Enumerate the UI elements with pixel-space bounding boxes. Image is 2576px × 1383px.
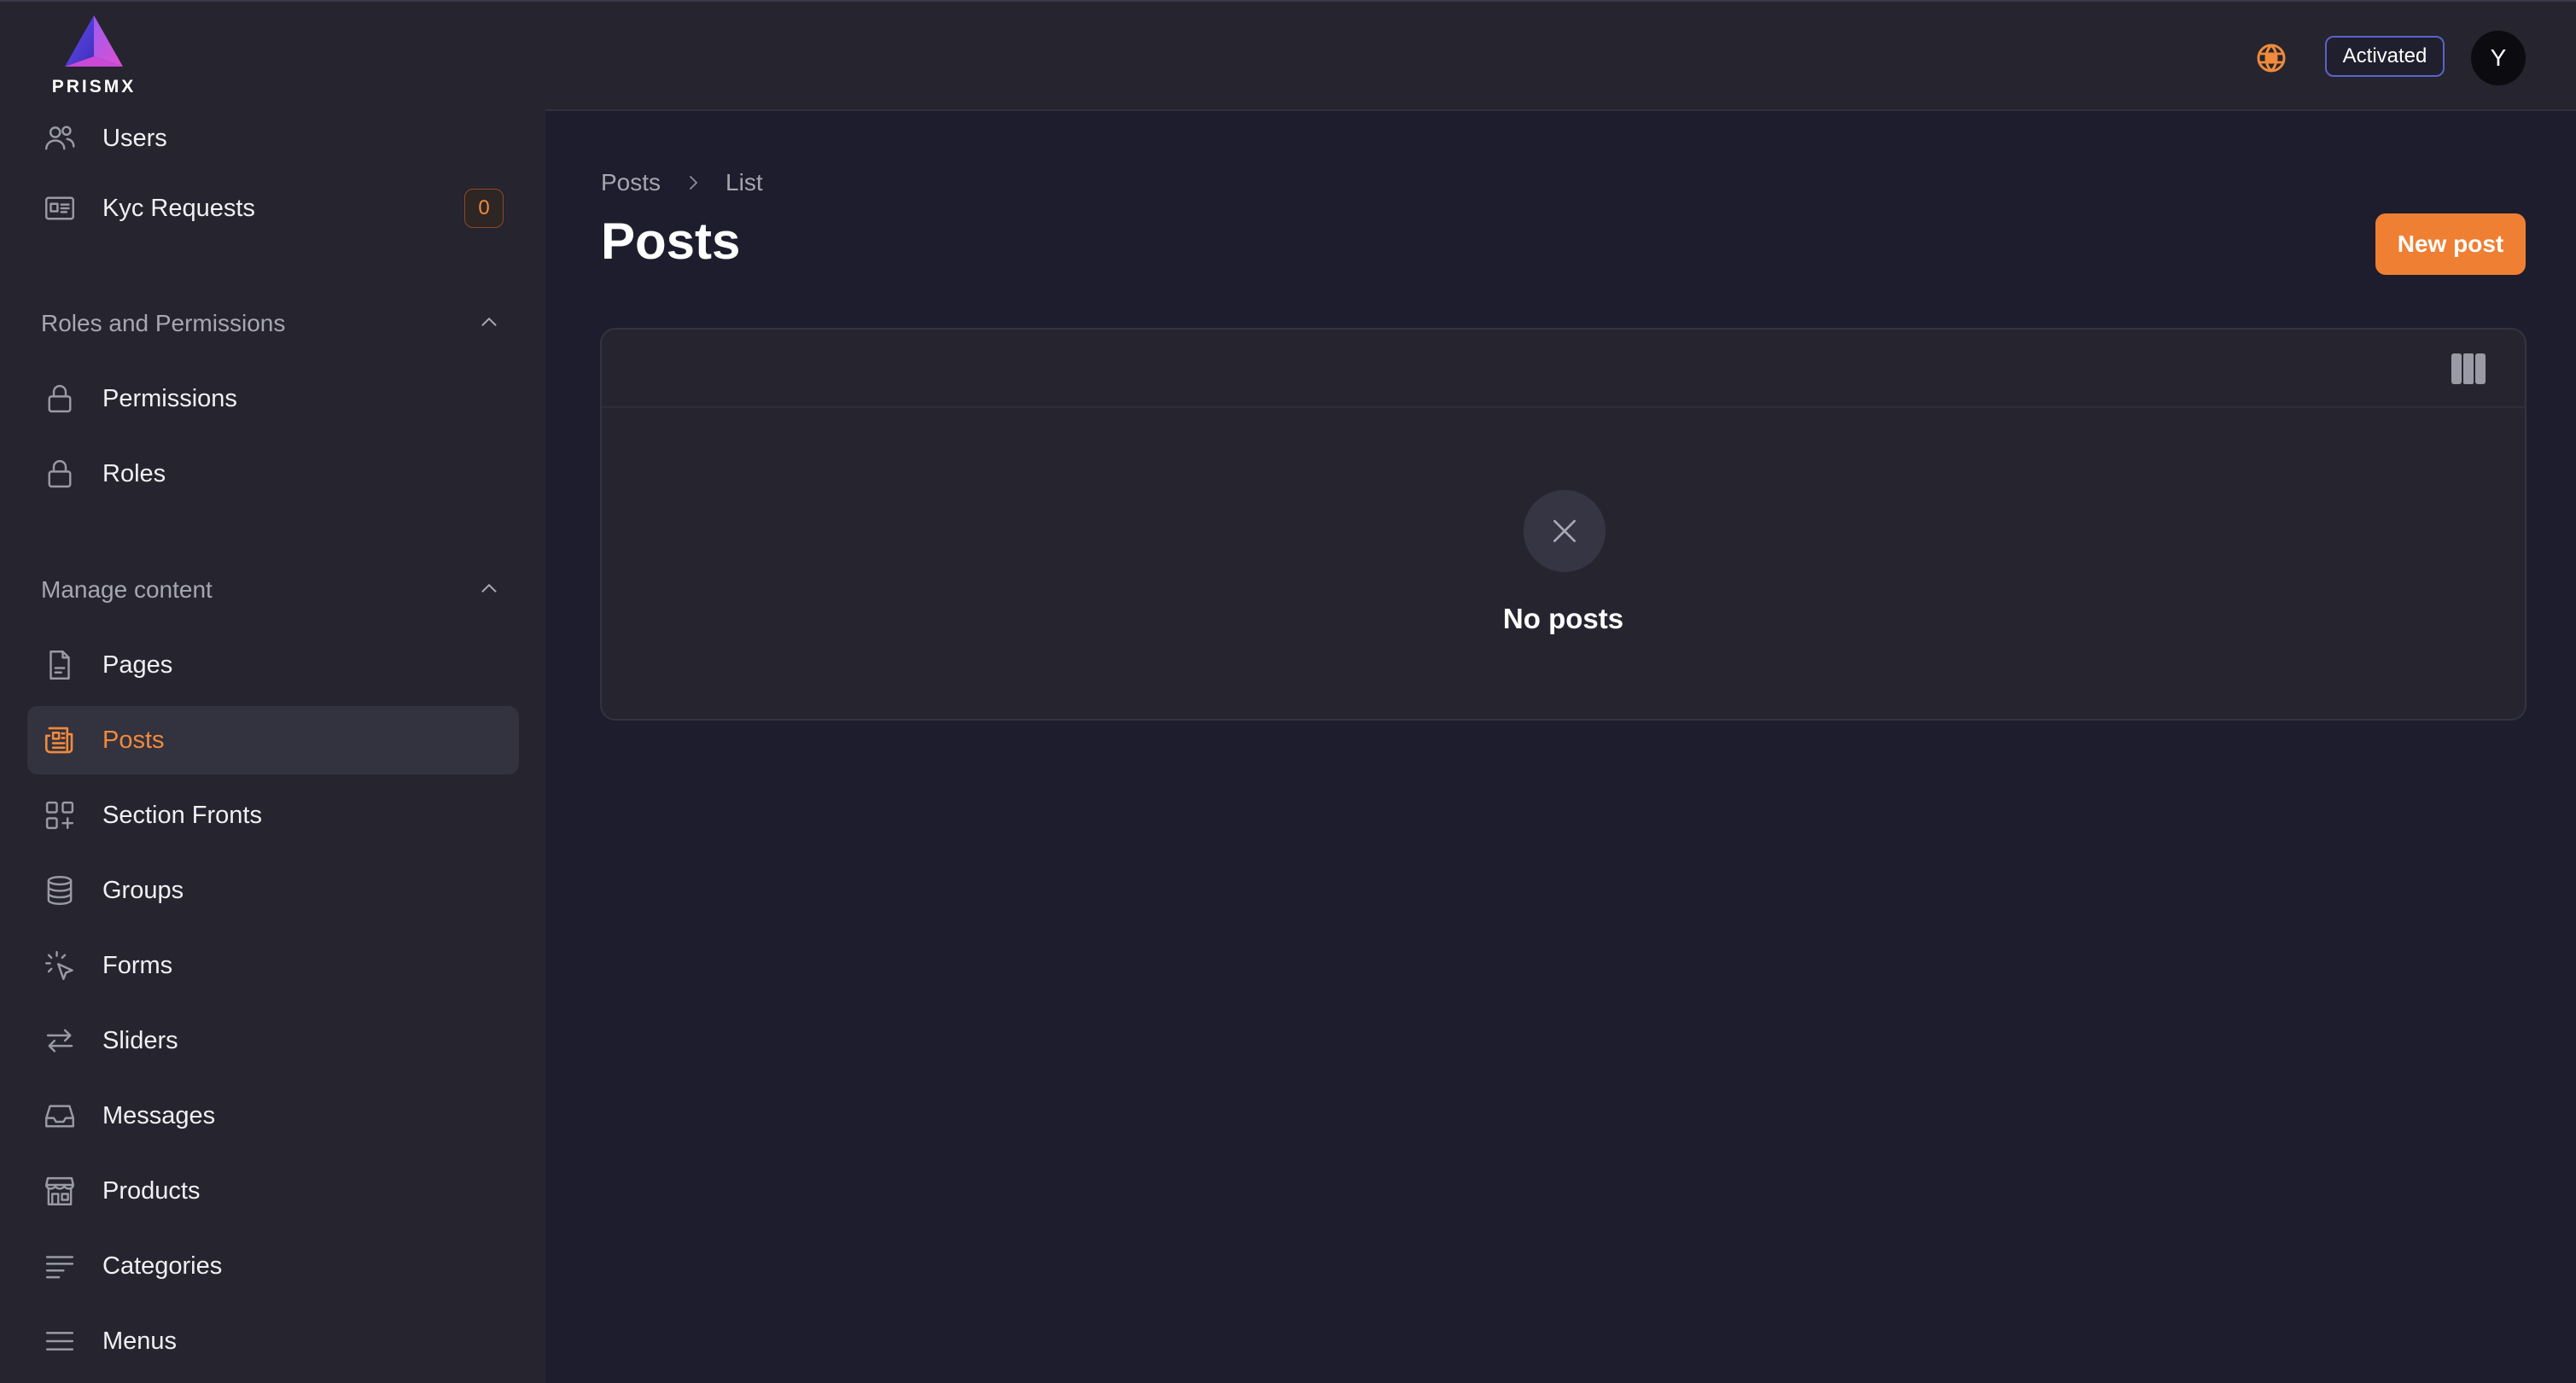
chevron-up-icon	[476, 575, 502, 605]
lock-icon	[41, 380, 79, 417]
sidebar-item-products[interactable]: Products	[27, 1157, 519, 1225]
sidebar-item-label: Posts	[102, 726, 165, 754]
id-card-icon	[41, 190, 79, 227]
sidebar-item-label: Permissions	[102, 384, 237, 412]
table-toolbar	[602, 330, 2525, 408]
group-title: Manage content	[41, 576, 213, 603]
sidebar-item-messages[interactable]: Messages	[27, 1082, 519, 1150]
sidebar-item-section-fronts[interactable]: Section Fronts	[27, 781, 519, 849]
sidebar-item-label: Roles	[102, 459, 166, 487]
sidebar-item-permissions[interactable]: Permissions	[27, 365, 519, 433]
empty-state-icon-wrapper	[1524, 490, 1606, 572]
breadcrumb-posts[interactable]: Posts	[601, 169, 661, 196]
group-title: Roles and Permissions	[41, 310, 286, 336]
lock-icon	[41, 455, 79, 493]
sidebar-item-forms[interactable]: Forms	[27, 931, 519, 1000]
bars-icon	[41, 1322, 79, 1360]
sidebar-item-categories[interactable]: Categories	[27, 1232, 519, 1300]
group-roles-and-permissions[interactable]: Roles and Permissions	[41, 302, 502, 345]
sidebar-item-posts[interactable]: Posts	[27, 706, 519, 774]
globe-icon[interactable]	[2254, 41, 2288, 75]
sidebar-item-label: Groups	[102, 876, 184, 904]
sidebar-item-menus[interactable]: Menus	[27, 1307, 519, 1375]
chevron-up-icon	[476, 309, 502, 339]
document-icon	[41, 646, 79, 684]
sidebar-item-users[interactable]: Users	[27, 104, 519, 172]
sidebar-item-label: Kyc Requests	[102, 194, 255, 222]
prism-logo-icon	[65, 15, 123, 67]
view-columns-icon[interactable]	[2451, 353, 2486, 384]
sidebar-item-label: Categories	[102, 1252, 223, 1280]
sidebar-item-pages[interactable]: Pages	[27, 631, 519, 699]
group-manage-content[interactable]: Manage content	[41, 569, 502, 611]
sidebar-item-label: Pages	[102, 651, 173, 679]
arrows-right-left-icon	[41, 1022, 79, 1059]
sidebar-item-label: Section Fronts	[102, 801, 262, 829]
breadcrumb: Posts List	[601, 167, 763, 198]
brand-logo[interactable]: PRISMX	[48, 14, 140, 99]
storefront-icon	[41, 1172, 79, 1210]
breadcrumb-list: List	[726, 169, 763, 195]
sidebar-item-label: Products	[102, 1176, 201, 1205]
sidebar: PRISMX Users Kyc Requests 0 Roles and Pe…	[0, 2, 545, 1383]
grid-plus-icon	[41, 797, 79, 834]
sidebar-item-sliders[interactable]: Sliders	[27, 1007, 519, 1075]
sidebar-item-kyc-requests[interactable]: Kyc Requests 0	[27, 174, 519, 242]
users-icon	[41, 120, 79, 157]
posts-table: No posts	[600, 328, 2526, 721]
sidebar-item-label: Messages	[102, 1101, 216, 1129]
empty-state-heading: No posts	[1502, 603, 1624, 634]
newspaper-icon	[41, 721, 79, 759]
topbar: Activated Y	[545, 2, 2576, 111]
sidebar-item-label: Sliders	[102, 1026, 178, 1054]
cursor-click-icon	[41, 947, 79, 984]
inbox-icon	[41, 1097, 79, 1135]
database-icon	[41, 872, 79, 909]
sidebar-item-label: Menus	[102, 1327, 178, 1355]
sidebar-item-label: Users	[102, 124, 167, 152]
user-avatar[interactable]: Y	[2471, 31, 2526, 85]
sidebar-item-roles[interactable]: Roles	[27, 440, 519, 508]
status-badge: Activated	[2325, 36, 2445, 77]
bars-descending-icon	[41, 1247, 79, 1285]
sidebar-item-label: Forms	[102, 951, 173, 979]
kyc-count-badge: 0	[464, 189, 504, 228]
new-post-button[interactable]: New post	[2375, 213, 2526, 275]
sidebar-item-groups[interactable]: Groups	[27, 856, 519, 925]
brand-name: PRISMX	[51, 77, 137, 96]
close-icon	[1553, 520, 1576, 542]
page-title: Posts	[601, 213, 741, 270]
chevron-right-icon	[683, 172, 703, 193]
